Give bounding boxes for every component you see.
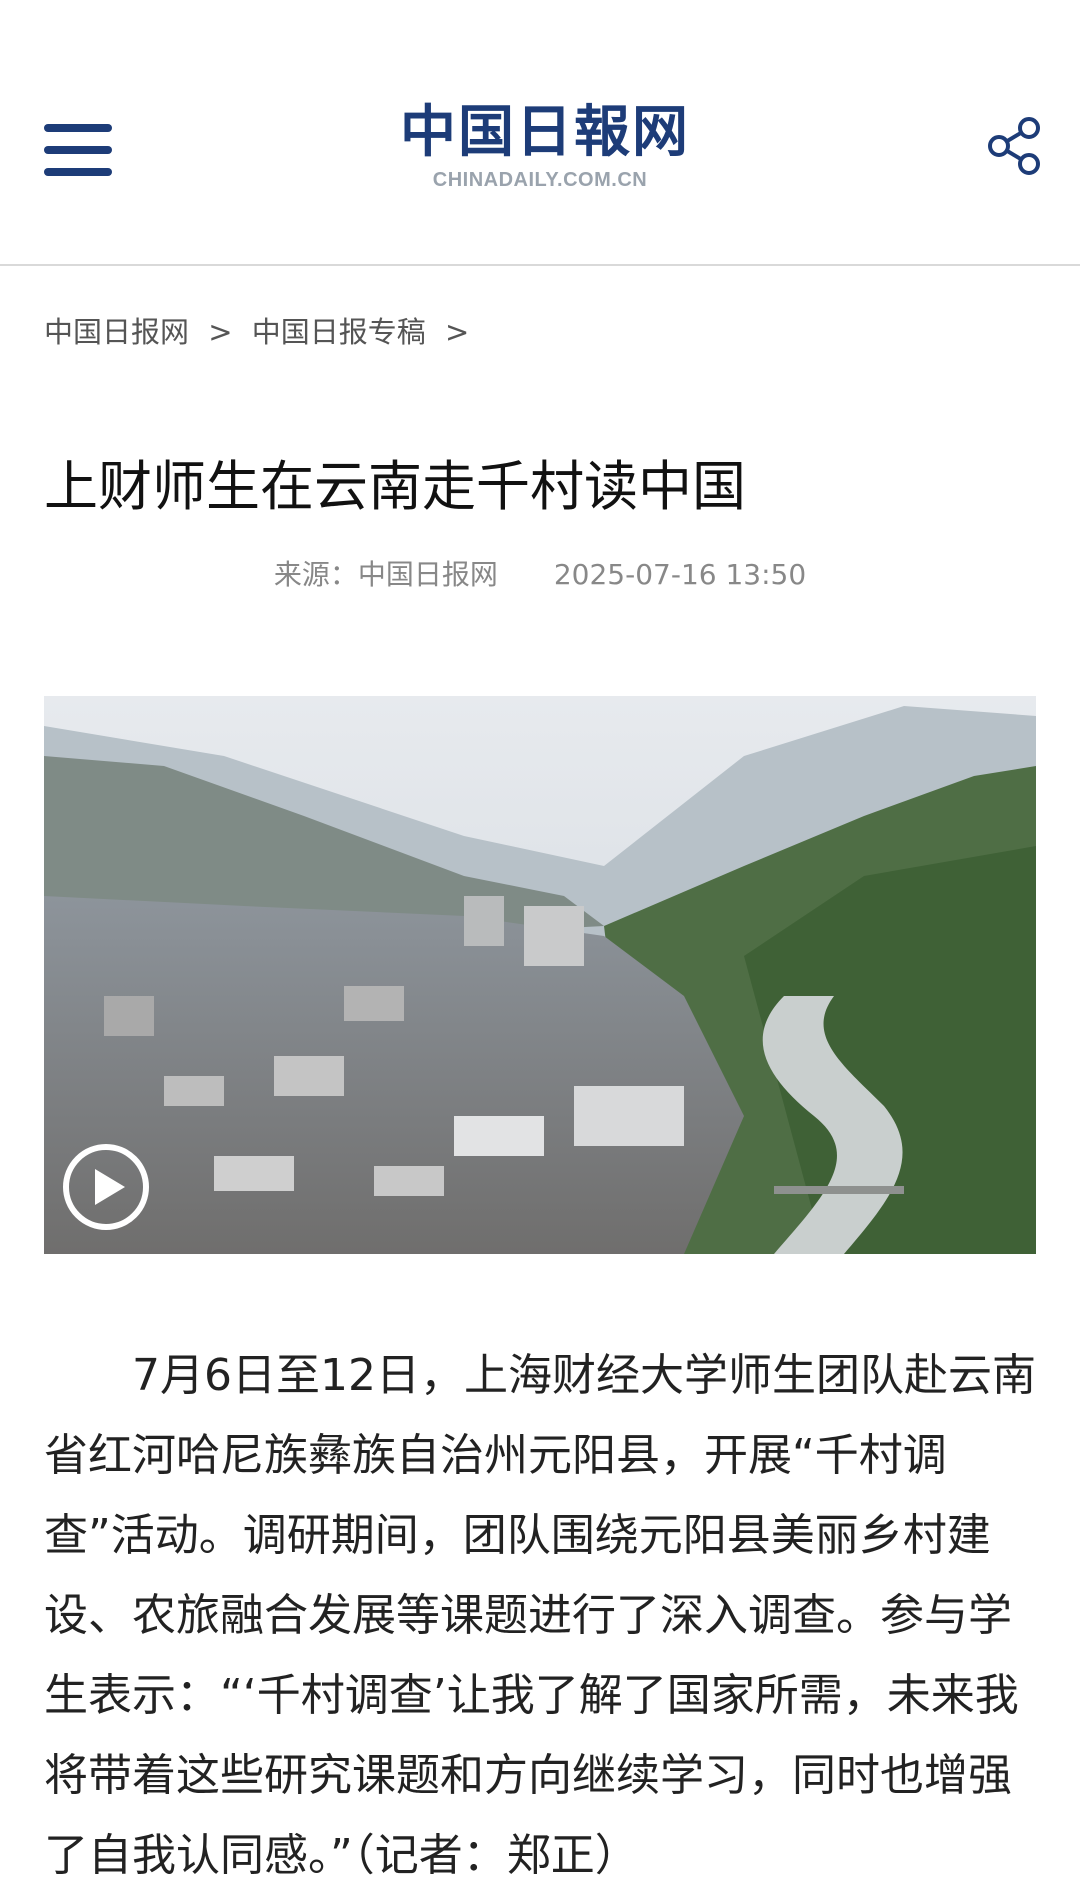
logo-english-text: CHINADAILY.COM.CN xyxy=(432,169,648,191)
breadcrumb-item-column[interactable]: 中国日报专稿 xyxy=(252,315,426,349)
site-header: 中国日報网 CHINADAILY.COM.CN xyxy=(0,0,1080,266)
breadcrumb-separator: > xyxy=(445,315,470,349)
breadcrumb-item-home[interactable]: 中国日报网 xyxy=(44,315,189,349)
play-icon[interactable] xyxy=(61,1142,151,1232)
breadcrumb-separator: > xyxy=(208,315,233,349)
article-datetime: 2025-07-16 13:50 xyxy=(553,558,807,591)
article-source: 中国日报网 xyxy=(357,558,498,591)
share-icon[interactable] xyxy=(986,116,1044,176)
logo-chinese-text: 中国日報网 xyxy=(400,99,690,165)
hamburger-menu-icon[interactable] xyxy=(44,124,112,176)
article-meta: 来源：中国日报网 2025-07-16 13:50 xyxy=(0,555,1080,595)
article-title: 上财师生在云南走千村读中国 xyxy=(44,455,746,518)
video-thumbnail xyxy=(44,696,1036,1254)
article-body: 7月6日至12日，上海财经大学师生团队赴云南省红河哈尼族彝族自治州元阳县，开展“… xyxy=(44,1350,1036,1881)
breadcrumb: 中国日报网 > 中国日报专稿 > xyxy=(44,312,479,352)
site-logo[interactable]: 中国日報网 CHINADAILY.COM.CN xyxy=(400,99,690,192)
source-label: 来源： xyxy=(273,558,358,591)
article-video[interactable] xyxy=(44,696,1036,1254)
